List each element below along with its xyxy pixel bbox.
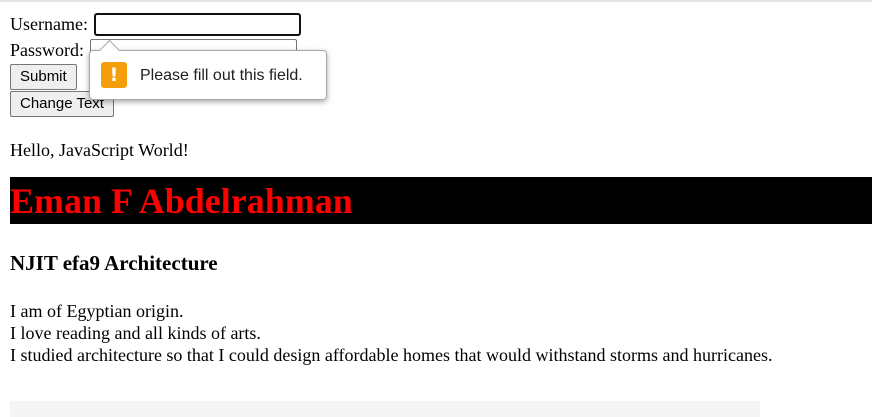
username-label: Username: — [10, 14, 88, 34]
bio-line: I studied architecture so that I could d… — [10, 345, 773, 365]
validation-message: Please fill out this field. — [140, 67, 303, 84]
password-label: Password: — [10, 40, 85, 60]
name-banner: Eman F Abdelrahman — [10, 177, 872, 224]
bio-line: I love reading and all kinds of arts. — [10, 323, 261, 343]
greeting-text: Hello, JavaScript World! — [10, 140, 189, 160]
top-border — [0, 0, 872, 2]
submit-button[interactable]: Submit — [10, 64, 77, 90]
bio-line: I am of Egyptian origin. — [10, 301, 184, 321]
username-row: Username: — [10, 11, 870, 37]
page-subheading: NJIT efa9 Architecture — [10, 251, 218, 275]
validation-tooltip: ! Please fill out this field. — [89, 39, 327, 100]
bio-paragraph: I am of Egyptian origin. I love reading … — [10, 300, 870, 366]
username-input[interactable] — [93, 12, 301, 36]
warning-icon: ! — [101, 62, 127, 88]
bottom-panel — [10, 401, 760, 417]
